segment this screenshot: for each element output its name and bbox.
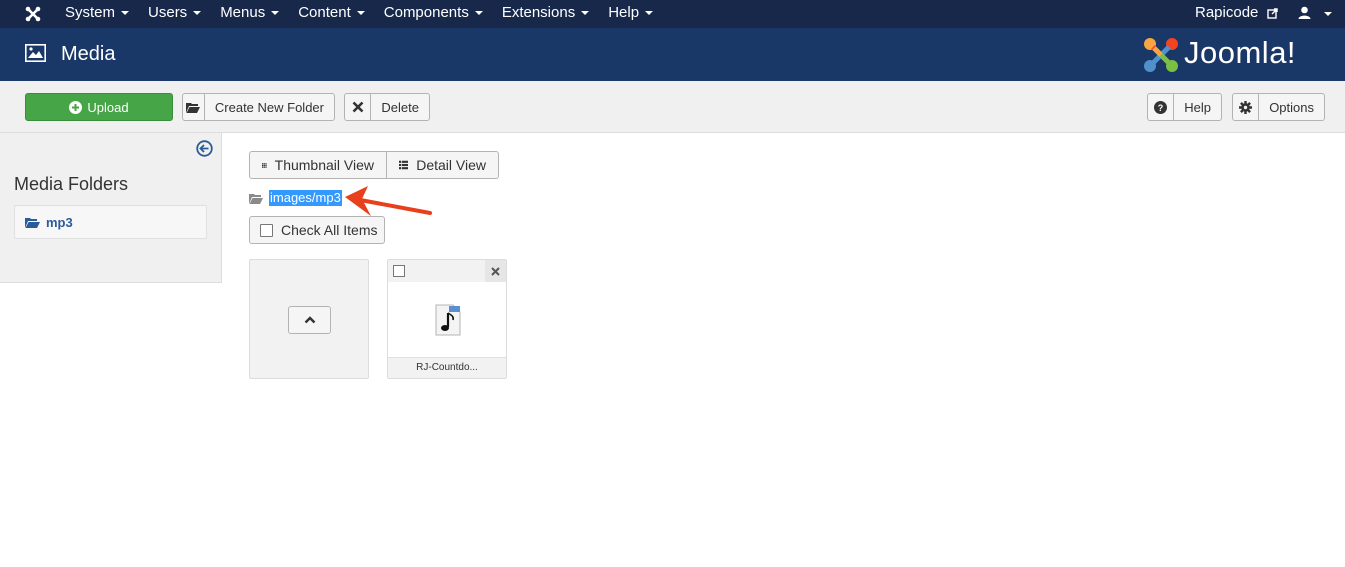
menu-extensions-label: Extensions <box>501 4 576 21</box>
menu-users-label: Users <box>148 4 188 21</box>
joomla-brand-text: Joomla! <box>1184 35 1297 70</box>
help-button-label: Help <box>1184 99 1211 115</box>
check-all-checkbox[interactable] <box>260 223 273 237</box>
question-circle-icon: ? <box>1148 94 1175 120</box>
page-title: Media <box>61 43 116 65</box>
list-icon <box>399 160 409 170</box>
menu-components-label: Components <box>383 4 469 21</box>
menu-system-label: System <box>65 4 116 21</box>
gear-icon <box>1233 94 1260 120</box>
menu-content[interactable]: Content <box>298 0 365 28</box>
menu-extensions[interactable]: Extensions <box>501 0 590 28</box>
site-link[interactable]: Rapicode <box>1195 0 1278 28</box>
menu-help-label: Help <box>608 4 640 21</box>
media-file-tile[interactable]: RJ-Countdo... <box>387 259 507 379</box>
main-menu: System Users Menus Content Components Ex… <box>65 0 672 28</box>
image-icon <box>25 44 46 62</box>
detail-view-button[interactable]: Detail View <box>387 151 499 179</box>
menu-menus-label: Menus <box>220 4 266 21</box>
menu-system[interactable]: System <box>65 0 130 28</box>
caret-down-icon <box>121 11 130 16</box>
svg-text:?: ? <box>1158 103 1164 113</box>
view-toggle-group: Thumbnail View Detail View <box>249 151 499 179</box>
caret-down-icon <box>356 11 365 16</box>
plus-circle-icon <box>69 100 83 114</box>
joomla-brand-logo-icon <box>1144 38 1178 72</box>
menu-users[interactable]: Users <box>148 0 202 28</box>
detail-view-label: Detail View <box>416 157 486 173</box>
user-icon <box>1298 6 1311 19</box>
delete-button[interactable]: Delete <box>344 93 430 121</box>
check-all-items-button[interactable]: Check All Items <box>249 216 385 244</box>
options-button[interactable]: Options <box>1232 93 1325 121</box>
menu-help[interactable]: Help <box>608 0 654 28</box>
caret-down-icon <box>581 11 590 16</box>
menu-menus[interactable]: Menus <box>220 0 280 28</box>
toolbar: Upload Create New Folder Delete ? Help O… <box>0 81 1345 133</box>
go-up-button[interactable] <box>288 306 331 334</box>
collapse-sidebar-arrow-left-icon[interactable] <box>196 140 213 157</box>
menu-components[interactable]: Components <box>384 0 483 28</box>
upload-button-label: Upload <box>87 99 129 115</box>
delete-file-button[interactable] <box>485 260 506 282</box>
close-icon <box>491 266 500 276</box>
sidebar-folder-label: mp3 <box>46 214 73 230</box>
page-header: Media Joomla! <box>0 28 1345 81</box>
caret-down-icon <box>271 11 280 16</box>
thumbnail-view-label: Thumbnail View <box>274 157 374 173</box>
folder-open-icon <box>183 94 205 120</box>
parent-folder-tile <box>249 259 369 379</box>
create-new-folder-label: Create New Folder <box>214 99 324 115</box>
upload-button[interactable]: Upload <box>25 93 173 121</box>
caret-down-icon <box>1323 12 1332 16</box>
check-all-label: Check All Items <box>281 222 378 238</box>
caret-down-icon <box>645 11 654 16</box>
sidebar-folder-mp3[interactable]: mp3 <box>14 205 207 239</box>
external-link-icon <box>1266 7 1278 19</box>
menu-content-label: Content <box>298 4 351 21</box>
media-folders-heading: Media Folders <box>14 174 129 194</box>
breadcrumb: images/mp3 <box>249 189 342 207</box>
sidebar: Media Folders mp3 <box>0 133 222 283</box>
close-icon <box>345 94 372 120</box>
top-navbar: System Users Menus Content Components Ex… <box>0 0 1345 28</box>
joomla-logo-icon[interactable] <box>24 5 42 23</box>
file-name: RJ-Countdo... <box>388 357 506 378</box>
user-menu[interactable] <box>1298 6 1332 22</box>
create-new-folder-button[interactable]: Create New Folder <box>182 93 335 121</box>
options-button-label: Options <box>1269 99 1314 115</box>
caret-down-icon <box>474 11 483 16</box>
thumbnail-view-button[interactable]: Thumbnail View <box>249 151 387 179</box>
help-button[interactable]: ? Help <box>1147 93 1222 121</box>
current-path: images/mp3 <box>269 190 342 206</box>
site-name: Rapicode <box>1195 4 1259 21</box>
caret-down-icon <box>193 11 202 16</box>
audio-file-icon <box>435 304 461 336</box>
folder-icon <box>249 193 263 204</box>
file-select-checkbox[interactable] <box>393 265 405 277</box>
grid-icon <box>262 162 267 168</box>
chevron-up-icon <box>304 316 315 324</box>
folder-open-icon <box>25 217 40 228</box>
delete-button-label: Delete <box>381 99 419 115</box>
